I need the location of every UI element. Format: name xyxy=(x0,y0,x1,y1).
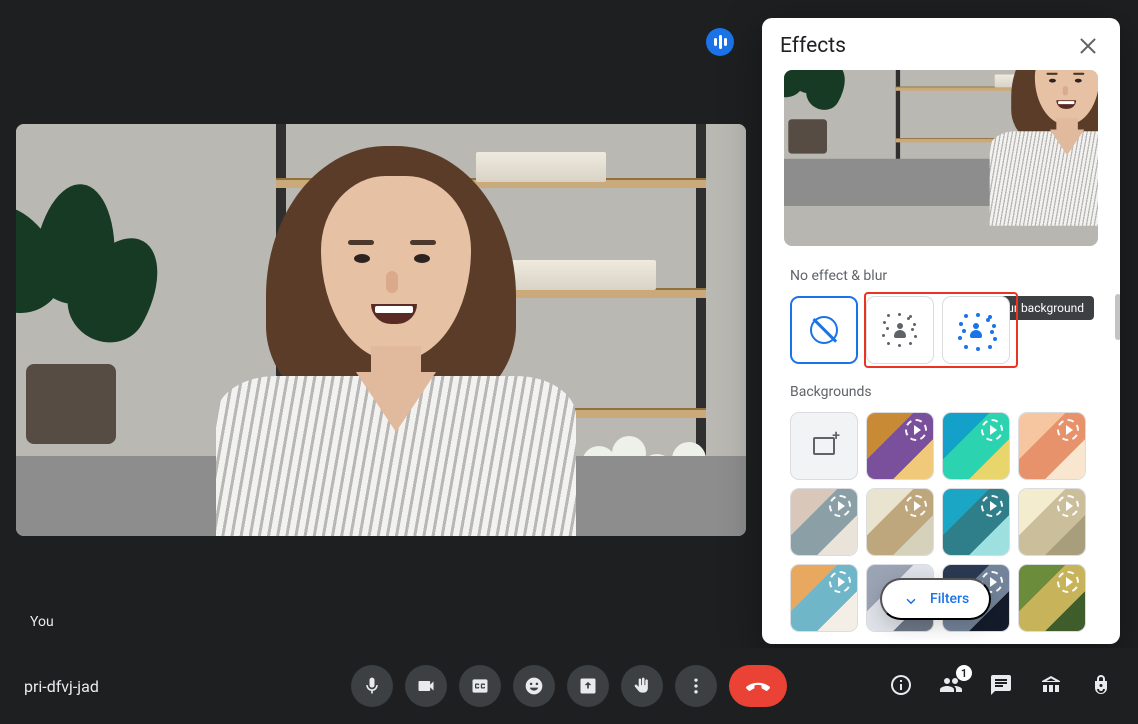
self-video-person xyxy=(226,136,566,536)
audio-levels-icon xyxy=(706,28,734,56)
background-option-8[interactable] xyxy=(790,564,858,632)
people-count-badge: 1 xyxy=(956,665,972,681)
chat-icon xyxy=(989,673,1013,697)
no-effect-icon xyxy=(810,316,838,344)
effects-preview xyxy=(784,70,1098,246)
captions-button[interactable] xyxy=(459,665,501,707)
animated-indicator-icon xyxy=(829,571,851,593)
emoji-icon xyxy=(524,676,544,696)
slight-blur-icon xyxy=(882,312,918,348)
background-option-2[interactable] xyxy=(942,412,1010,480)
background-option-1[interactable] xyxy=(866,412,934,480)
meeting-details-button[interactable] xyxy=(888,673,914,699)
background-option-6[interactable] xyxy=(942,488,1010,556)
leave-call-button[interactable] xyxy=(729,665,787,707)
host-controls-button[interactable] xyxy=(1088,673,1114,699)
present-button[interactable] xyxy=(567,665,609,707)
animated-indicator-icon xyxy=(981,495,1003,517)
close-icon[interactable] xyxy=(1074,32,1102,60)
reactions-button[interactable] xyxy=(513,665,555,707)
info-icon xyxy=(889,673,913,697)
blur-options-row xyxy=(790,296,1120,364)
call-controls xyxy=(351,665,787,707)
microphone-icon xyxy=(362,676,382,696)
right-controls: 1 xyxy=(888,673,1114,699)
present-icon xyxy=(578,676,598,696)
add-image-icon xyxy=(813,437,835,455)
more-vertical-icon xyxy=(686,676,706,696)
captions-icon xyxy=(470,676,490,696)
animated-indicator-icon xyxy=(905,419,927,441)
animated-indicator-icon xyxy=(829,495,851,517)
upload-background-button[interactable] xyxy=(790,412,858,480)
background-option-3[interactable] xyxy=(1018,412,1086,480)
people-button[interactable]: 1 xyxy=(938,673,964,699)
background-option-7[interactable] xyxy=(1018,488,1086,556)
filters-chip[interactable]: Filters xyxy=(880,578,991,620)
effects-panel: Effects xyxy=(762,18,1120,644)
blur-option[interactable] xyxy=(942,296,1010,364)
lock-person-icon xyxy=(1089,673,1113,697)
activities-icon xyxy=(1039,673,1063,697)
activities-button[interactable] xyxy=(1038,673,1064,699)
panel-scrollbar[interactable] xyxy=(1115,294,1120,340)
microphone-button[interactable] xyxy=(351,665,393,707)
background-option-4[interactable] xyxy=(790,488,858,556)
no-effect-blur-label: No effect & blur xyxy=(790,268,1120,284)
no-effect-option[interactable] xyxy=(790,296,858,364)
more-options-button[interactable] xyxy=(675,665,717,707)
slight-blur-option[interactable] xyxy=(866,296,934,364)
animated-indicator-icon xyxy=(1057,571,1079,593)
meeting-code: pri-dfvj-jad xyxy=(24,677,99,696)
camera-button[interactable] xyxy=(405,665,447,707)
camera-icon xyxy=(416,676,436,696)
hangup-icon xyxy=(745,673,771,699)
background-option-5[interactable] xyxy=(866,488,934,556)
chat-button[interactable] xyxy=(988,673,1014,699)
backgrounds-label: Backgrounds xyxy=(790,384,1120,400)
arrow-down-icon xyxy=(902,590,920,608)
blur-icon xyxy=(958,312,994,348)
effects-panel-title: Effects xyxy=(780,34,846,58)
background-option-11[interactable] xyxy=(1018,564,1086,632)
animated-indicator-icon xyxy=(1057,495,1079,517)
bottom-bar: pri-dfvj-jad 1 xyxy=(0,648,1138,724)
participant-name-label: You xyxy=(30,614,54,630)
animated-indicator-icon xyxy=(1057,419,1079,441)
animated-indicator-icon xyxy=(981,419,1003,441)
filters-chip-label: Filters xyxy=(930,591,969,607)
raise-hand-icon xyxy=(632,676,652,696)
self-video-tile xyxy=(16,124,746,536)
raise-hand-button[interactable] xyxy=(621,665,663,707)
animated-indicator-icon xyxy=(905,495,927,517)
